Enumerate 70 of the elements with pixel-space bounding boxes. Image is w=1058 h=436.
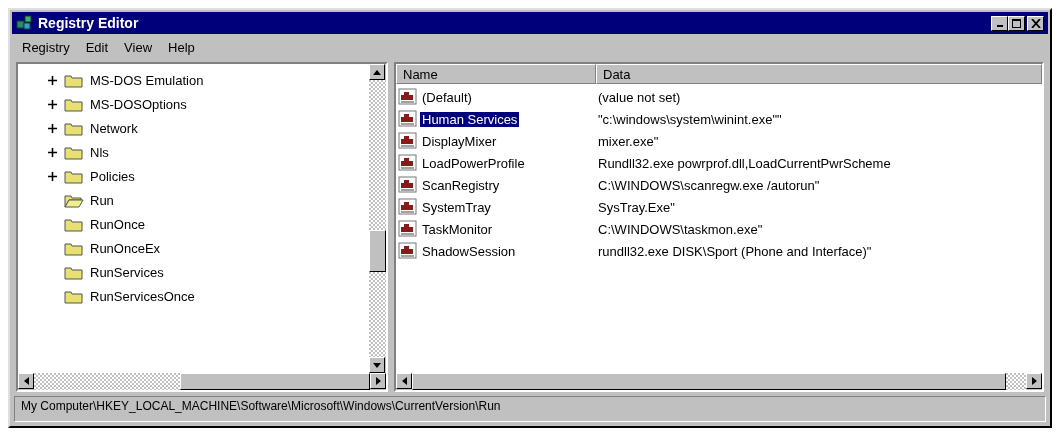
value-data: rundll32.exe DISK\Sport (Phone and Interface)" — [598, 243, 872, 259]
tree-item[interactable]: Nls — [88, 144, 111, 160]
column-header[interactable]: Name — [396, 64, 596, 84]
value-data: (value not set) — [598, 89, 681, 105]
value-name[interactable]: Human Services — [420, 111, 520, 127]
close-icon — [1030, 18, 1041, 28]
tree-item[interactable]: MS-DOS Emulation — [88, 72, 206, 88]
string-value-icon — [398, 220, 418, 238]
string-value-icon — [398, 110, 418, 128]
registry-cubes-icon — [16, 15, 34, 31]
tree-item[interactable]: MS-DOSOptions — [88, 96, 189, 112]
tree-item[interactable]: RunServices — [88, 264, 166, 280]
minimize-button[interactable] — [991, 15, 1008, 31]
value-name[interactable]: LoadPowerProfile — [420, 155, 527, 171]
expand-icon[interactable] — [48, 75, 60, 85]
left-arrow-icon — [401, 377, 407, 385]
vertical-scrollbar[interactable] — [369, 64, 386, 373]
minimize-icon — [996, 24, 1003, 27]
down-arrow-icon — [373, 362, 381, 368]
value-data: mixer.exe" — [598, 133, 659, 149]
expand-icon[interactable] — [48, 171, 60, 181]
column-header[interactable]: Data — [596, 64, 1042, 84]
value-data: SysTray.Exe" — [598, 199, 675, 215]
value-name[interactable]: (Default) — [420, 89, 474, 105]
scroll-left-button[interactable] — [396, 373, 412, 389]
menu-item[interactable]: Edit — [79, 39, 115, 55]
value-name[interactable]: SystemTray — [420, 199, 493, 215]
tree-item[interactable]: RunOnce — [88, 216, 147, 232]
string-value-icon — [398, 88, 418, 106]
scroll-down-button[interactable] — [369, 357, 385, 373]
status-bar: My Computer\HKEY_LOCAL_MACHINE\Software\Microsoft\Windows\CurrentVersion\Run — [14, 396, 1046, 422]
right-arrow-icon — [375, 377, 381, 385]
tree-item[interactable]: Network — [88, 120, 140, 136]
horizontal-scrollbar[interactable] — [18, 373, 386, 390]
menu-item[interactable]: Help — [162, 39, 201, 55]
string-value-icon — [398, 242, 418, 260]
tree-item[interactable]: RunOnceEx — [88, 240, 163, 256]
tree-item[interactable]: RunServicesOnce — [88, 288, 197, 304]
expand-icon[interactable] — [48, 99, 60, 109]
tree-item[interactable]: Policies — [88, 168, 137, 184]
scroll-right-button[interactable] — [1026, 373, 1042, 389]
value-name[interactable]: ShadowSession — [420, 243, 518, 259]
menu-item[interactable]: View — [118, 39, 159, 55]
string-value-icon — [398, 198, 418, 216]
string-value-icon — [398, 154, 418, 172]
expand-icon[interactable] — [48, 147, 60, 157]
window-title: Registry Editor — [38, 15, 140, 31]
scroll-up-button[interactable] — [369, 64, 385, 80]
value-data: Rundll32.exe powrprof.dll,LoadCurrentPwrScheme — [598, 155, 891, 171]
right-arrow-icon — [1031, 377, 1037, 385]
value-name[interactable]: DisplayMixer — [420, 133, 499, 149]
close-button[interactable] — [1027, 15, 1044, 31]
value-data: C:\WINDOWS\taskmon.exe" — [598, 221, 763, 237]
left-arrow-icon — [23, 377, 29, 385]
scroll-thumb[interactable] — [369, 230, 386, 272]
up-arrow-icon — [373, 69, 381, 75]
scroll-left-button[interactable] — [18, 373, 34, 389]
maximize-button[interactable] — [1008, 15, 1025, 31]
tree-item[interactable]: Run — [88, 192, 116, 208]
menu-item[interactable]: Registry — [16, 39, 76, 55]
value-name[interactable]: TaskMonitor — [420, 221, 495, 237]
value-name[interactable]: ScanRegistry — [420, 177, 502, 193]
maximize-icon — [1011, 18, 1022, 28]
value-data: "c:\windows\system\winint.exe"" — [598, 111, 782, 127]
expand-icon[interactable] — [48, 123, 60, 133]
string-value-icon — [398, 132, 418, 150]
scroll-right-button[interactable] — [370, 373, 386, 389]
scroll-thumb[interactable] — [180, 373, 370, 390]
value-data: C:\WINDOWS\scanregw.exe /autorun" — [598, 177, 820, 193]
string-value-icon — [398, 176, 418, 194]
